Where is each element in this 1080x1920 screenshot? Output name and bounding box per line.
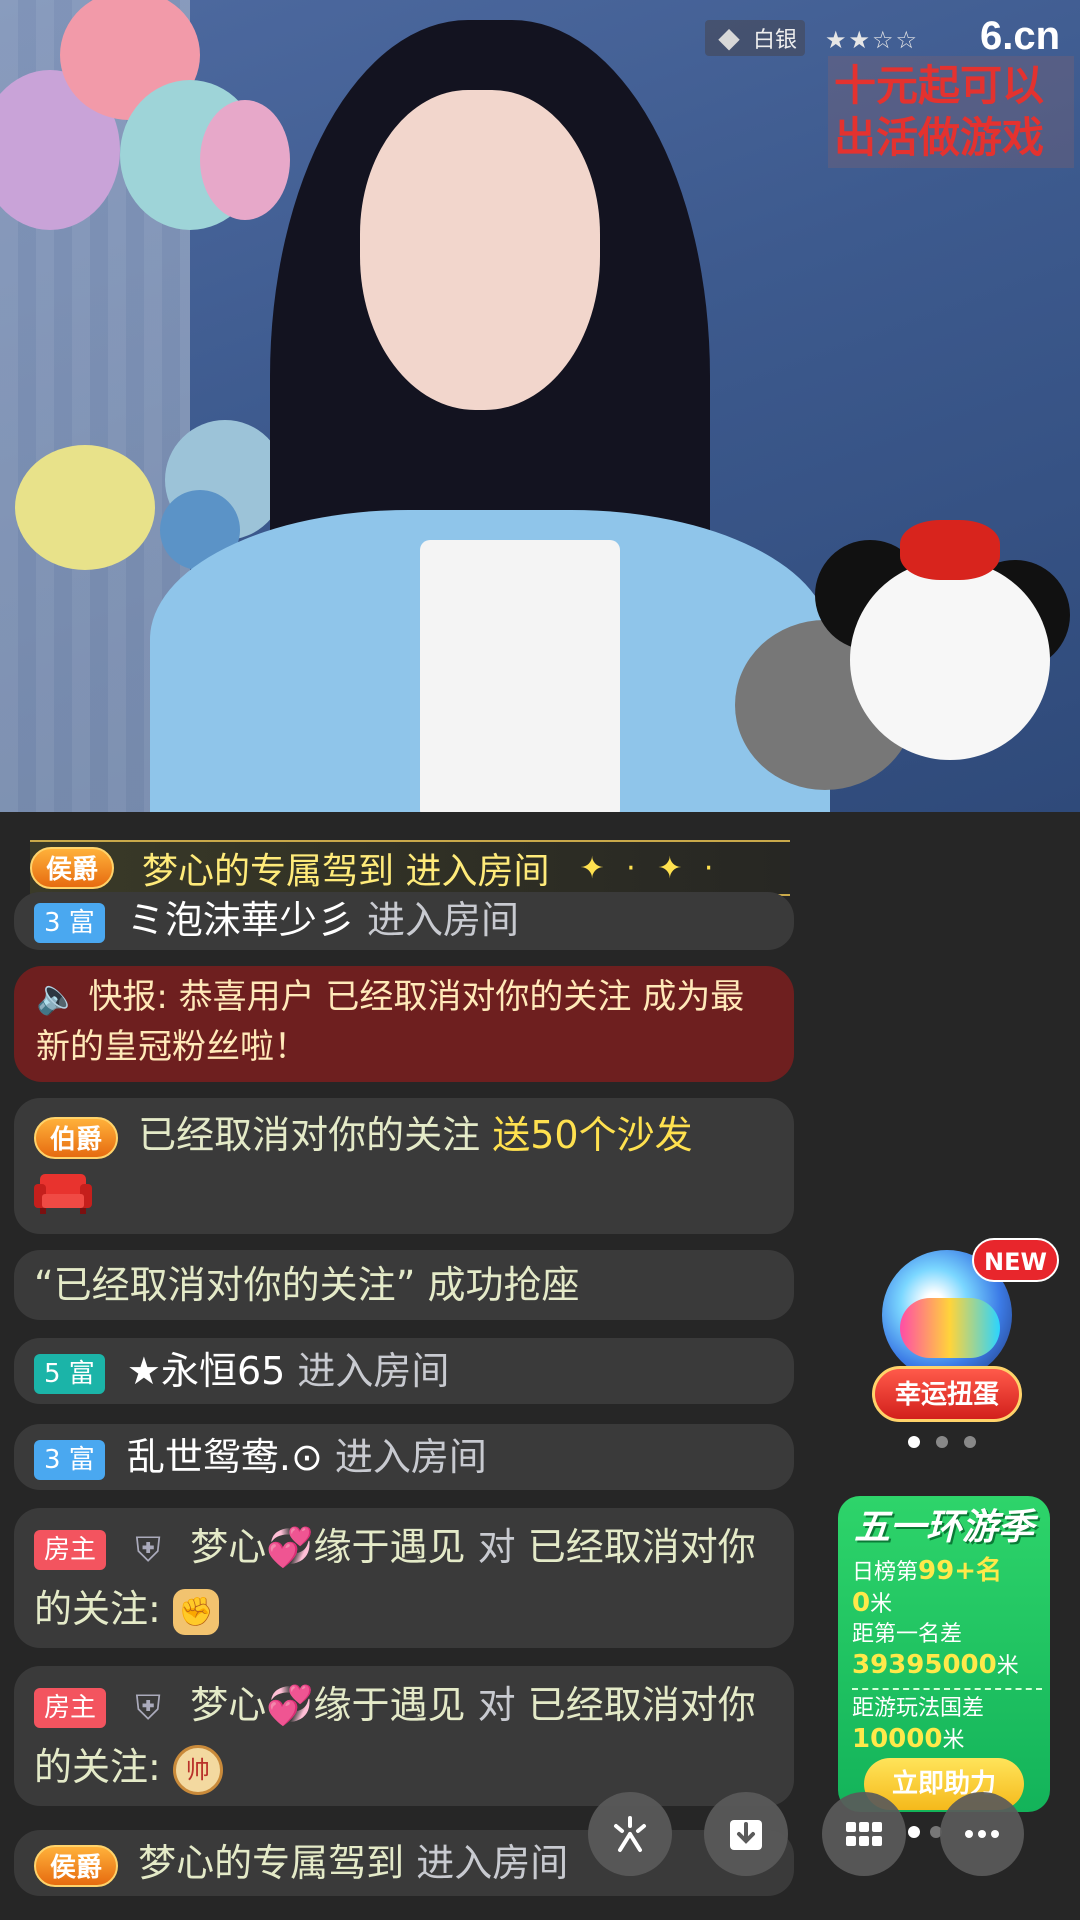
news-flash: 🔈 快报: 恭喜用户 已经取消对你的关注 成为最新的皇冠粉丝啦！ xyxy=(14,966,794,1082)
shield-icon: ⛨ xyxy=(135,1529,161,1570)
carousel-dot[interactable] xyxy=(936,1436,948,1448)
gap-first-value: 39395000 xyxy=(852,1650,997,1680)
message-action: 进入房间 xyxy=(416,1841,569,1885)
message-action: 进入房间 xyxy=(367,898,520,942)
balloon xyxy=(15,445,155,570)
plush-toy-head xyxy=(850,560,1050,760)
gacha-balls-icon xyxy=(900,1298,1000,1358)
user-name[interactable]: 乱世鸳鸯.⊙ xyxy=(127,1435,323,1479)
balloon xyxy=(200,100,290,220)
host-badge: 房主 xyxy=(34,1529,107,1570)
user-name[interactable]: 已经取消对你的关注 xyxy=(138,1113,480,1157)
diamond-badge-icon: ◆ xyxy=(718,21,740,54)
more-dots-icon xyxy=(965,1830,999,1838)
gift-action: 送50个沙发 xyxy=(492,1113,693,1157)
anchor-stars: ★★☆☆ xyxy=(825,26,920,54)
message-to: 对 xyxy=(477,1525,516,1569)
anchor-level-label: 白银 xyxy=(753,28,798,53)
site-logo: 6.cn xyxy=(980,14,1061,58)
message-action: 进入房间 xyxy=(297,1349,450,1393)
chat-message: 5 富 ★永恒65 进入房间 xyxy=(14,1338,794,1404)
chat-message: 房主 ⛨ 梦心💞缘于遇见 对 已经取消对你的关注: 帅 xyxy=(14,1666,794,1806)
chat-message: 3 富 乱世鸳鸯.⊙ 进入房间 xyxy=(14,1424,794,1490)
distance-value: 0 xyxy=(852,1588,871,1618)
may-day-event-widget[interactable]: 五一环游季 日榜第99+名 0米 距第一名差 39395000米 距游玩法国差 … xyxy=(838,1496,1050,1812)
new-badge: NEW xyxy=(972,1238,1059,1282)
more-button[interactable] xyxy=(940,1792,1024,1876)
anchor-level-badge[interactable]: ◆ 白银 xyxy=(705,20,806,56)
lucky-gacha-button[interactable]: 幸运扭蛋 xyxy=(872,1366,1022,1422)
banner-text: 梦心的专属驾到 进入房间 xyxy=(142,851,550,892)
noble-badge: 伯爵 xyxy=(34,1116,119,1159)
chat-message: “已经取消对你的关注” 成功抢座 xyxy=(14,1250,794,1320)
wealth-badge: 3 富 xyxy=(34,902,105,943)
page-dot xyxy=(908,1826,920,1838)
chat-message: 侯爵 梦心的专属驾到 进入房间 xyxy=(14,1830,794,1896)
widget-carousel-dots[interactable] xyxy=(908,1436,976,1448)
gap-country-label: 距游玩法国差 xyxy=(852,1696,985,1721)
divider xyxy=(852,1688,1042,1690)
user-name[interactable]: ミ泡沫華少彡 xyxy=(127,898,355,942)
plush-toy-bow xyxy=(900,520,1000,580)
chess-piece-icon: 帅 xyxy=(172,1744,223,1795)
wealth-badge: 5 富 xyxy=(34,1353,105,1394)
sofa-icon xyxy=(34,1174,92,1214)
fist-emoji-icon: ✊ xyxy=(172,1588,219,1635)
chat-message: 3 富 ミ泡沫華少彡 进入房间 xyxy=(14,892,794,950)
shield-icon: ⛨ xyxy=(135,1687,161,1728)
noble-badge: 侯爵 xyxy=(30,847,115,889)
streamer-shirt xyxy=(420,540,620,812)
sparkle-share-icon xyxy=(614,1816,646,1852)
speaker-icon: 🔈 xyxy=(36,977,79,1017)
download-icon xyxy=(730,1820,762,1850)
live-video[interactable]: ◆ 白银 ★★☆☆ 6.cn 十元起可以出活做游戏 xyxy=(0,0,1080,812)
download-button[interactable] xyxy=(704,1792,788,1876)
grid-icon xyxy=(846,1822,882,1846)
gap-first-label: 距第一名差 xyxy=(852,1622,963,1647)
user-name[interactable]: 梦心的专属驾到 xyxy=(138,1841,404,1885)
wealth-badge: 3 富 xyxy=(34,1439,105,1480)
event-body: 日榜第99+名 0米 距第一名差 39395000米 距游玩法国差 10000米 xyxy=(852,1556,1042,1756)
rank-value: 99+名 xyxy=(918,1556,1002,1586)
chat-message: 房主 ⛨ 梦心💞缘于遇见 对 已经取消对你的关注: ✊ xyxy=(14,1508,794,1648)
gift-message: 伯爵 已经取消对你的关注 送50个沙发 xyxy=(14,1098,794,1234)
rank-prefix: 日榜第 xyxy=(852,1560,919,1585)
streamer-face xyxy=(360,90,600,410)
news-text: 快报: 恭喜用户 已经取消对你的关注 成为最新的皇冠粉丝啦！ xyxy=(36,977,745,1067)
page-dots xyxy=(908,1826,942,1838)
lucky-gacha-widget[interactable]: NEW 幸运扭蛋 xyxy=(872,1238,1059,1428)
seat-text: “已经取消对你的关注” 成功抢座 xyxy=(34,1263,580,1307)
user-name[interactable]: ★永恒65 xyxy=(127,1349,285,1393)
message-action: 进入房间 xyxy=(334,1435,487,1479)
host-badge: 房主 xyxy=(34,1687,107,1728)
user-name[interactable]: 梦心💞缘于遇见 xyxy=(190,1525,465,1569)
event-title: 五一环游季 xyxy=(853,1507,1034,1548)
share-button[interactable] xyxy=(588,1792,672,1876)
unit-label: 米 xyxy=(870,1592,893,1617)
apps-grid-button[interactable] xyxy=(822,1792,906,1876)
unit-label: 米 xyxy=(942,1728,965,1753)
stream-overlay-text: 十元起可以出活做游戏 xyxy=(828,56,1074,168)
user-name[interactable]: 梦心💞缘于遇见 xyxy=(190,1683,465,1727)
carousel-dot[interactable] xyxy=(964,1436,976,1448)
gap-country-value: 10000 xyxy=(852,1724,943,1754)
unit-label: 米 xyxy=(996,1654,1019,1679)
carousel-dot[interactable] xyxy=(908,1436,920,1448)
message-to: 对 xyxy=(477,1683,516,1727)
vip-join-banner: 侯爵 梦心的专属驾到 进入房间 ✦ · ✦ · xyxy=(30,840,790,896)
sparkle-icon: ✦ · ✦ · xyxy=(579,850,720,886)
noble-badge: 侯爵 xyxy=(34,1844,119,1887)
